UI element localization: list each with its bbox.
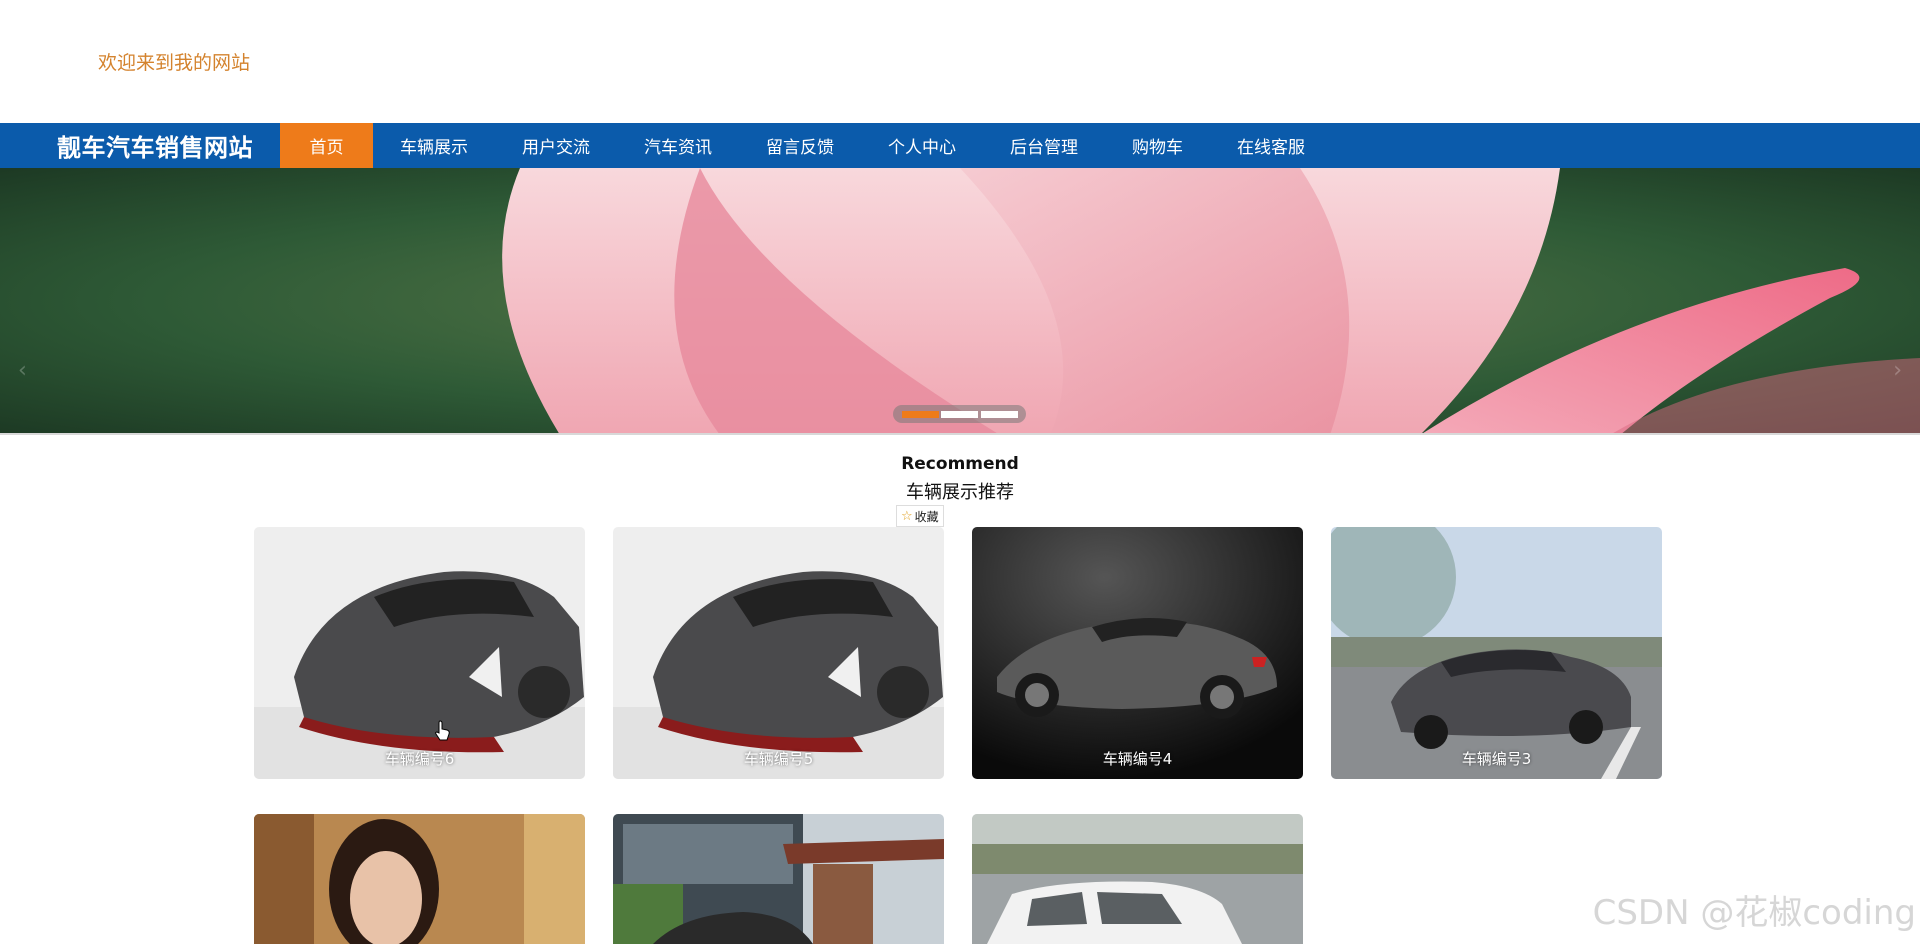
vehicle-card-3[interactable]: 车辆编号3 [1331,527,1662,779]
vehicle-caption: 车辆编号5 [743,750,814,768]
supercar-image [613,527,944,779]
nav-item-news[interactable]: 汽车资讯 [617,123,739,168]
portrait-image [254,814,585,944]
nav-item-vehicles[interactable]: 车辆展示 [373,123,495,168]
banner-next-arrow[interactable]: › [1893,358,1902,383]
main-navbar: 靓车汽车销售网站 首页 车辆展示 用户交流 汽车资讯 留言反馈 个人中心 后台管… [0,123,1920,168]
banner-carousel[interactable]: ‹ › [0,168,1920,435]
vehicle-card-6[interactable]: 车辆编号6 [254,527,585,779]
favorite-label: 收藏 [914,509,939,524]
carousel-dot-2[interactable] [941,410,978,418]
vehicle-caption: 车辆编号3 [1461,750,1532,768]
supercar-image [254,527,585,779]
vehicle-card-building[interactable] [613,814,944,944]
carousel-indicators [893,405,1026,423]
welcome-text: 欢迎来到我的网站 [98,52,251,74]
carousel-dot-3[interactable] [980,410,1018,418]
favorite-button[interactable]: ☆ 收藏 [896,505,944,527]
csdn-watermark: CSDN @花椒coding [1592,893,1916,933]
vehicle-card-portrait[interactable] [254,814,585,944]
recommend-title: Recommend [901,454,1019,474]
nav-item-profile[interactable]: 个人中心 [861,123,983,168]
nav-menu: 首页 车辆展示 用户交流 汽车资讯 留言反馈 个人中心 后台管理 购物车 在线客… [280,123,1332,168]
hand-cursor-icon [435,720,450,741]
vehicle-card-4[interactable]: 车辆编号4 [972,527,1303,779]
banner-prev-arrow[interactable]: ‹ [18,358,27,383]
sedan-image [1331,527,1662,779]
vehicle-card-5[interactable]: 车辆编号5 [613,527,944,779]
carousel-dot-1[interactable] [901,410,939,418]
nav-item-community[interactable]: 用户交流 [495,123,617,168]
nav-item-home[interactable]: 首页 [280,123,373,168]
nav-item-cart[interactable]: 购物车 [1105,123,1210,168]
vehicle-caption: 车辆编号4 [1102,750,1173,768]
recommend-subtitle: 车辆展示推荐 [906,482,1014,503]
vehicle-caption: 车辆编号6 [384,750,455,768]
lotus-banner-image [0,168,1920,433]
building-car-image [613,814,944,944]
concept-car-image [972,527,1303,779]
nav-item-feedback[interactable]: 留言反馈 [739,123,861,168]
nav-item-support[interactable]: 在线客服 [1210,123,1332,168]
vehicle-card-white[interactable] [972,814,1303,944]
star-icon: ☆ [901,508,913,524]
site-brand[interactable]: 靓车汽车销售网站 [0,128,280,163]
nav-item-admin[interactable]: 后台管理 [983,123,1105,168]
white-car-image [972,814,1303,944]
top-header: 欢迎来到我的网站 [0,0,1920,123]
